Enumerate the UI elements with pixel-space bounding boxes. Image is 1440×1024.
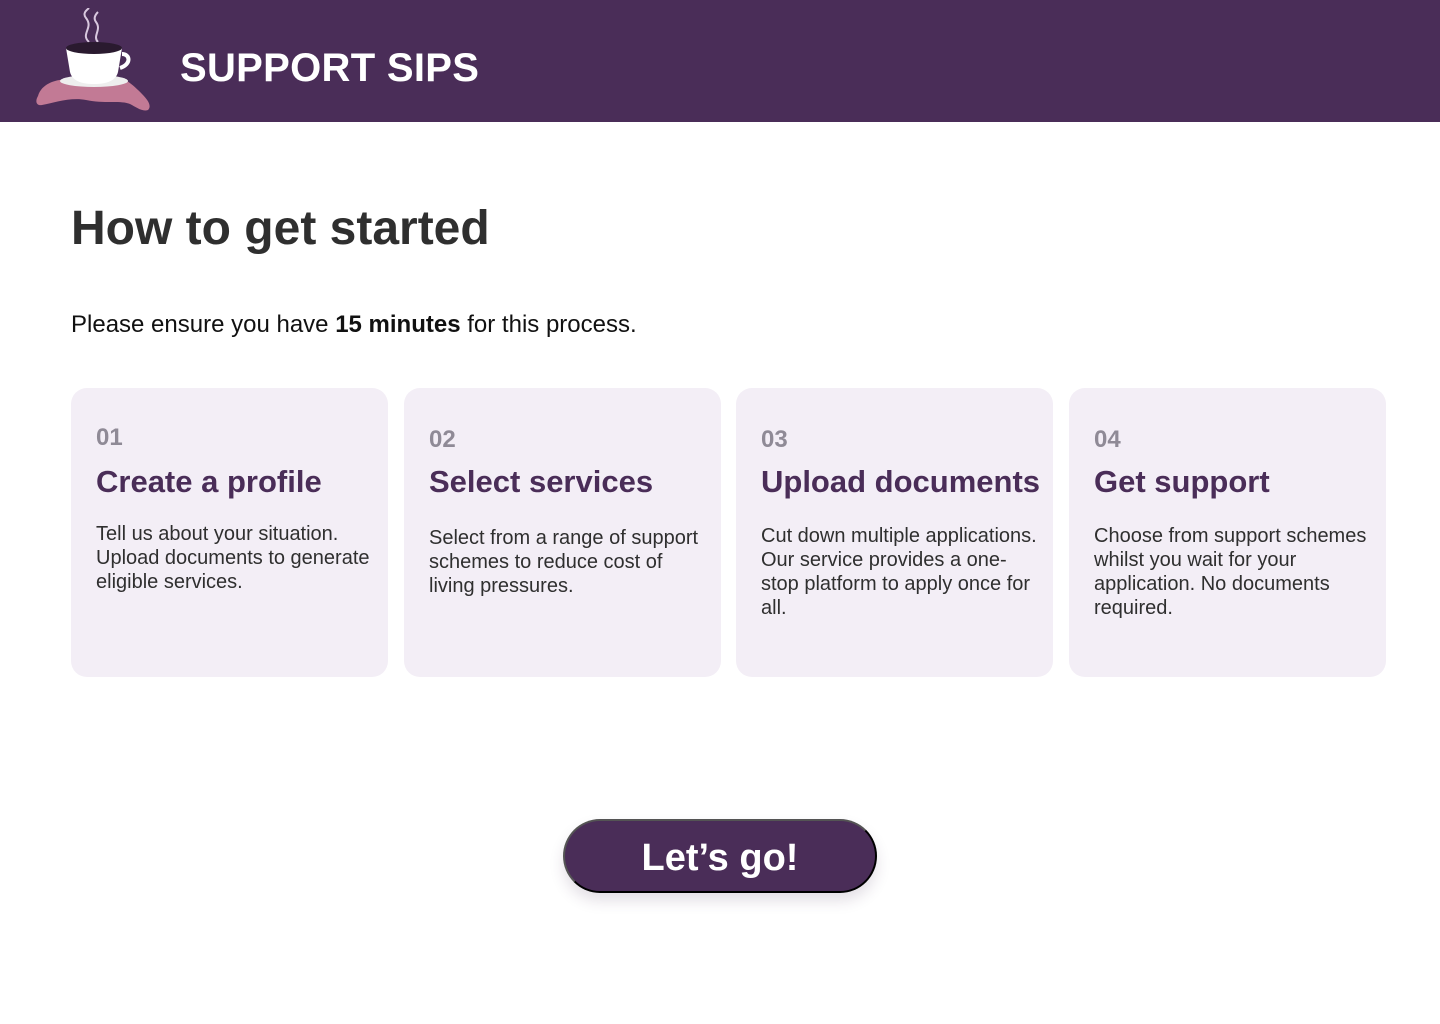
step-number: 02 [429, 426, 456, 453]
intro-text: Please ensure you have 15 minutes for th… [71, 310, 637, 340]
step-title: Create a profile [96, 464, 322, 499]
step-title: Get support [1094, 464, 1270, 499]
step-card-upload-documents: 03 Upload documents Cut down multiple ap… [736, 388, 1053, 677]
step-card-select-services: 02 Select services Select from a range o… [404, 388, 721, 677]
step-card-create-profile: 01 Create a profile Tell us about your s… [71, 388, 388, 677]
page-title: How to get started [71, 202, 490, 255]
coffee-cup-on-hand-icon [36, 8, 150, 111]
step-description: Choose from support schemes whilst you w… [1094, 525, 1367, 619]
step-number: 04 [1094, 426, 1121, 453]
step-title: Upload documents [761, 464, 1041, 499]
time-required: 15 minutes [335, 311, 461, 338]
step-card-get-support: 04 Get support Choose from support schem… [1069, 388, 1386, 677]
step-description: Cut down multiple applications. Our serv… [761, 525, 1037, 619]
step-number: 01 [96, 424, 123, 451]
step-title: Select services [429, 464, 654, 499]
site-header: SUPPORT SIPS [0, 0, 1440, 122]
brand-name: SUPPORT SIPS [180, 46, 480, 90]
step-number: 03 [761, 426, 788, 453]
intro-text-start: Please ensure you have [71, 311, 336, 338]
intro-text-end: for this process. [460, 311, 637, 338]
lets-go-button[interactable]: Let’s go! [563, 819, 877, 893]
step-description: Tell us about your situation. Upload doc… [96, 523, 370, 593]
step-description: Select from a range of support schemes t… [429, 527, 699, 597]
